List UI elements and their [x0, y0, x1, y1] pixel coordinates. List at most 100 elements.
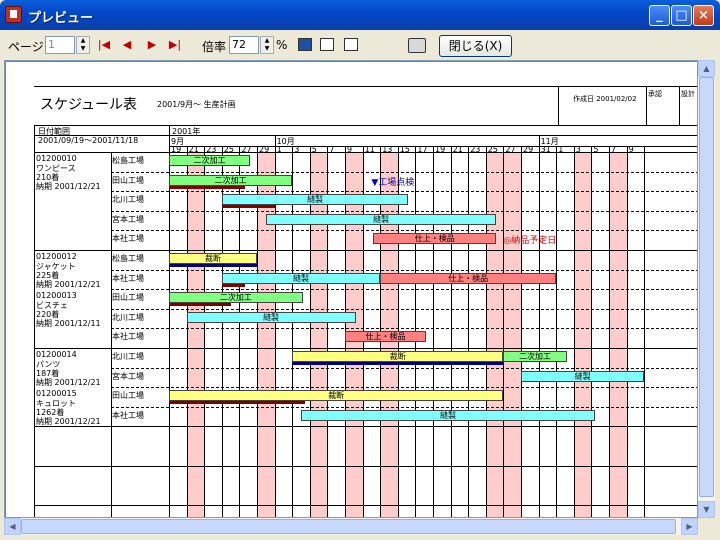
preview-viewport[interactable]: スケジュール表 2001/9月～ 生産計画 作成日 2001/02/02 承認 設計 日付… — [4, 60, 698, 518]
factory-label: 田山工場 — [112, 175, 144, 185]
day-grid-line — [538, 146, 540, 517]
row-divider — [111, 308, 697, 310]
prev-page-icon[interactable]: ◀ — [120, 38, 134, 52]
printer-icon[interactable] — [408, 38, 426, 53]
day-label: 21 — [188, 145, 199, 154]
preview-toolbar: ページ 1 ▲ ▼ |◀ ◀ ▶ ▶| 倍率 72 ▲ ▼ % 閉じる(X) — [0, 30, 720, 60]
day-label: 21 — [452, 145, 463, 154]
app-icon — [5, 6, 22, 23]
day-label: 25 — [487, 145, 498, 154]
factory-label: 宮本工場 — [112, 371, 144, 381]
group-divider — [34, 504, 697, 506]
maximize-button[interactable]: □ — [671, 5, 692, 26]
progress-underline — [292, 362, 504, 365]
day-grid-line — [521, 146, 522, 517]
multi-page-icon[interactable] — [344, 38, 358, 51]
day-grid-line — [468, 146, 470, 517]
product-code: 01200012 — [36, 252, 77, 261]
timeline-year-line — [169, 135, 697, 136]
page-spinner[interactable]: ▲ ▼ — [76, 36, 90, 54]
close-preview-button[interactable]: 閉じる(X) — [439, 35, 512, 57]
day-label: 5 — [311, 145, 317, 154]
product-deadline: 納期 2001/12/21 — [36, 182, 101, 191]
schedule-bar: 仕上・検品 — [373, 233, 497, 245]
day-label: 3 — [575, 145, 581, 154]
scroll-up-icon[interactable]: ▲ — [698, 60, 715, 77]
progress-underline — [169, 185, 245, 189]
day-grid-line — [573, 146, 575, 517]
scroll-right-icon[interactable]: ▶ — [681, 518, 698, 535]
first-page-icon[interactable]: |◀ — [97, 38, 111, 52]
day-label: 9 — [347, 145, 353, 154]
day-label: 7 — [329, 145, 335, 154]
schedule-bar: 縫製 — [521, 370, 645, 382]
day-label: 11 — [364, 145, 375, 154]
schedule-bar: 裁断 — [169, 253, 257, 264]
day-label: 29 — [259, 145, 270, 154]
row-divider — [111, 191, 697, 193]
product-code: 01200014 — [36, 350, 77, 359]
day-label: 27 — [505, 145, 516, 154]
factory-label: 本社工場 — [112, 410, 144, 420]
day-label: 1 — [558, 145, 564, 154]
day-grid-line — [485, 146, 487, 517]
holiday-column — [573, 152, 592, 517]
close-button[interactable]: × — [693, 5, 714, 26]
row-divider — [111, 367, 697, 369]
zoom-input[interactable]: 72 — [229, 36, 259, 54]
day-grid-line — [609, 146, 610, 517]
left-border — [34, 125, 35, 517]
zoom-spinner[interactable]: ▲ ▼ — [260, 36, 274, 54]
holiday-column — [503, 152, 521, 517]
product-deadline: 納期 2001/12/21 — [36, 378, 101, 387]
schedule-bar: 縫製 — [221, 272, 381, 284]
day-label: 1 — [276, 145, 282, 154]
next-page-icon[interactable]: ▶ — [145, 38, 159, 52]
created-date: 作成日 2001/02/02 — [573, 95, 637, 103]
month-divider — [538, 135, 540, 146]
day-label: 9 — [628, 145, 634, 154]
scroll-left-icon[interactable]: ◀ — [4, 518, 21, 535]
page-input[interactable]: 1 — [45, 36, 75, 54]
one-page-icon[interactable] — [298, 38, 312, 51]
report-subtitle: 2001/9月～ 生産計画 — [157, 100, 236, 109]
day-grid-line — [433, 146, 434, 517]
schedule-bar: 縫製 — [265, 213, 497, 225]
day-label: 15 — [399, 145, 410, 154]
factory-label: 田山工場 — [112, 391, 144, 401]
row-divider — [111, 269, 697, 271]
schedule-bar: 仕上・検品 — [380, 272, 557, 284]
schedule-note: ▼工場点検 — [371, 177, 415, 188]
day-label: 3 — [294, 145, 300, 154]
vertical-scrollbar[interactable]: ▲ ▼ — [698, 60, 715, 518]
factory-label: 松島工場 — [112, 254, 144, 263]
window-title: プレビュー — [28, 11, 94, 26]
day-grid-line — [626, 146, 628, 517]
day-label: 31 — [540, 145, 551, 154]
horizontal-scrollbar[interactable]: ◀ ▶ — [4, 518, 698, 535]
horizontal-scroll-thumb[interactable] — [21, 519, 676, 534]
group-divider — [34, 465, 697, 467]
last-page-icon[interactable]: ▶| — [168, 38, 182, 52]
zoom-label: 倍率 — [202, 40, 227, 54]
holiday-column — [609, 152, 627, 517]
factory-label: 本社工場 — [112, 234, 144, 244]
vertical-scroll-thumb[interactable] — [699, 77, 714, 497]
month-divider — [274, 135, 276, 146]
holiday-column — [485, 152, 504, 517]
header-stamp-divider — [558, 87, 559, 125]
scroll-down-icon[interactable]: ▼ — [698, 501, 715, 518]
holiday-column — [186, 152, 205, 517]
day-label: 17 — [417, 145, 428, 154]
schedule-bar: 二次加工 — [503, 351, 567, 362]
minimize-button[interactable]: _ — [649, 5, 670, 26]
group-divider — [34, 426, 697, 428]
day-grid-line — [644, 146, 646, 517]
product-deadline: 納期 2001/12/21 — [36, 280, 101, 289]
day-label: 23 — [470, 145, 481, 154]
factory-label: 本社工場 — [112, 273, 144, 283]
two-page-icon[interactable] — [320, 38, 334, 51]
schedule-bar: 仕上・検品 — [345, 331, 426, 343]
title-bar: プレビュー _ □ × — [0, 0, 720, 30]
row-divider — [111, 289, 697, 291]
